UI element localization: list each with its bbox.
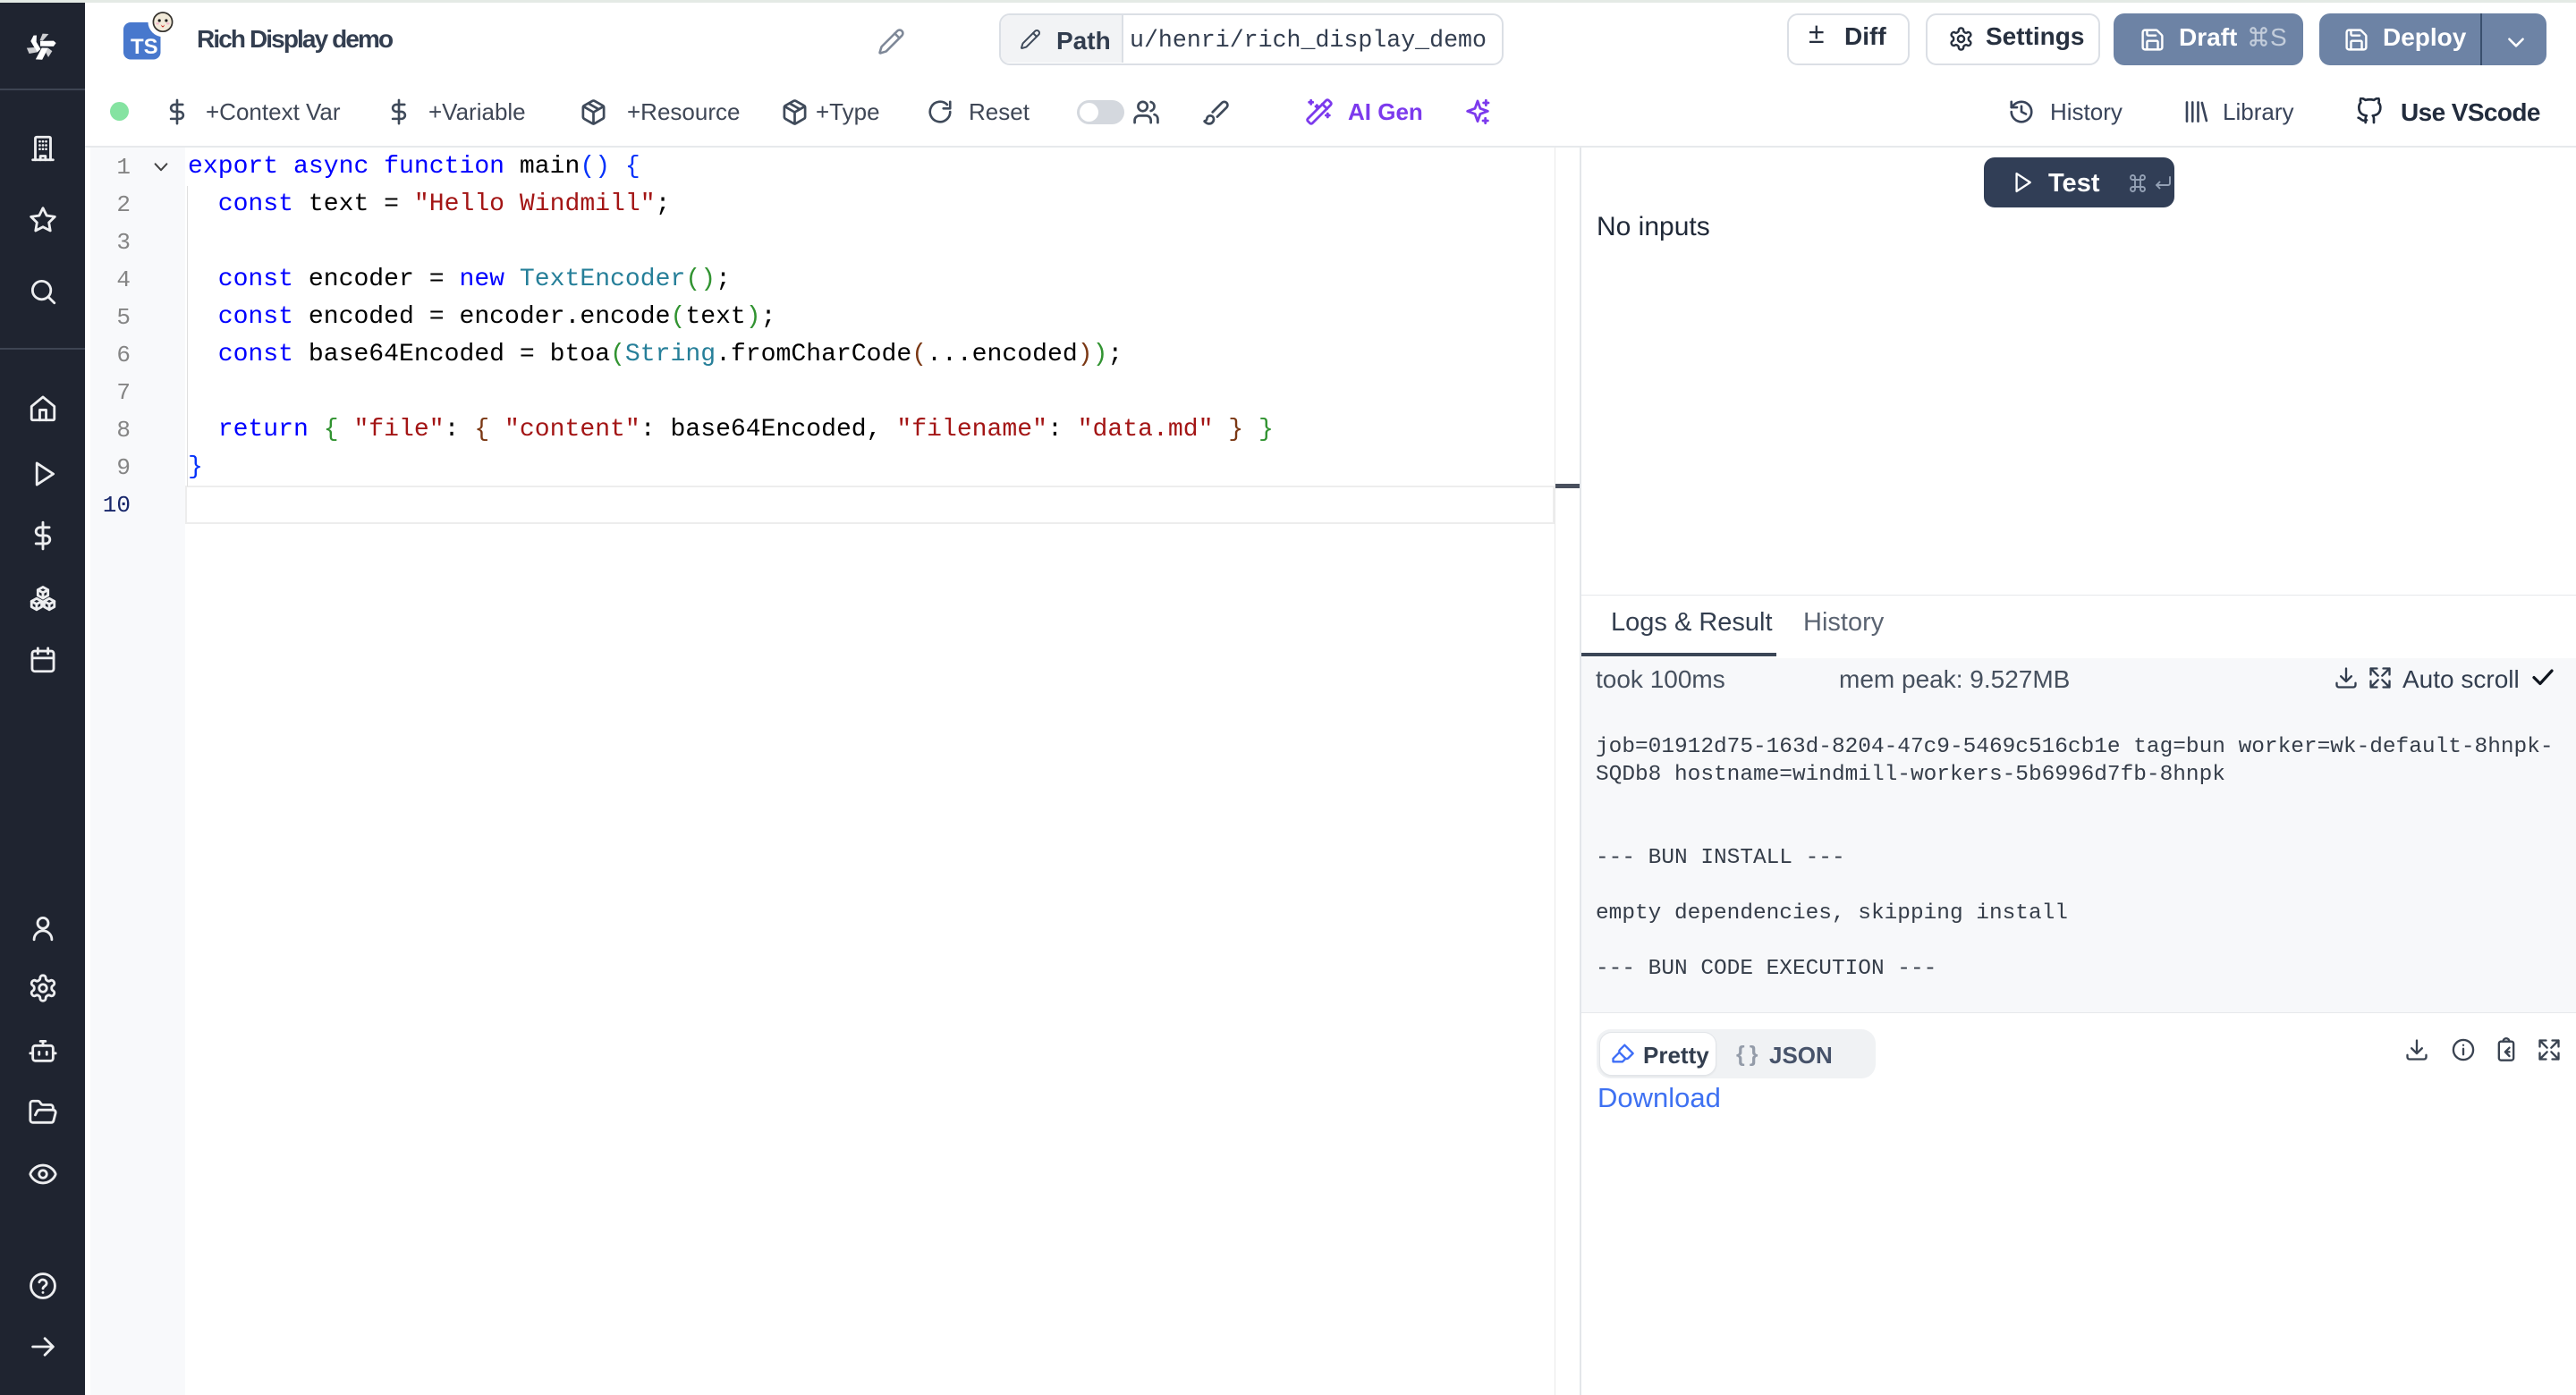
svg-text:TS: TS	[131, 35, 158, 59]
